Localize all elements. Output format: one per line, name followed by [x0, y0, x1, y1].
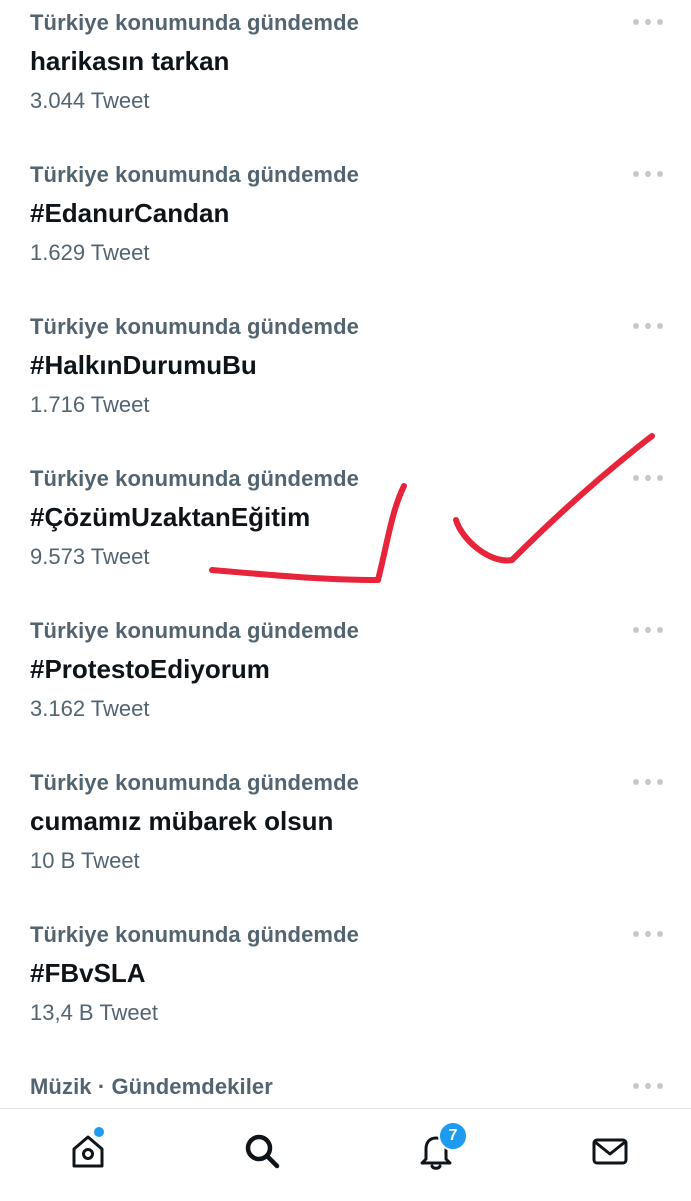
- more-options-icon[interactable]: [633, 472, 663, 484]
- trend-context: Türkiye konumunda gündemde: [30, 922, 359, 947]
- trend-item[interactable]: Türkiye konumunda gündemde #ÇözümUzaktan…: [0, 456, 691, 608]
- more-options-icon[interactable]: [633, 776, 663, 788]
- more-options-icon[interactable]: [633, 624, 663, 636]
- trend-context: Türkiye konumunda gündemde: [30, 162, 359, 187]
- more-options-icon[interactable]: [633, 168, 663, 180]
- trend-context: Türkiye konumunda gündemde: [30, 10, 359, 35]
- mail-icon: [592, 1138, 628, 1165]
- trend-count: 1.716 Tweet: [30, 392, 150, 417]
- trend-context: Müzik · Gündemdekiler: [30, 1074, 273, 1099]
- trend-item[interactable]: Türkiye konumunda gündemde #HalkınDurumu…: [0, 304, 691, 456]
- trend-title[interactable]: cumamız mübarek olsun: [30, 806, 333, 837]
- more-options-icon[interactable]: [633, 928, 663, 940]
- trend-context: Türkiye konumunda gündemde: [30, 314, 359, 339]
- more-options-icon[interactable]: [633, 1080, 663, 1092]
- more-options-icon[interactable]: [633, 16, 663, 28]
- trend-item[interactable]: Müzik · Gündemdekiler: [0, 1064, 691, 1108]
- home-unread-dot: [94, 1127, 104, 1137]
- trend-title[interactable]: #HalkınDurumuBu: [30, 350, 257, 381]
- tab-search[interactable]: [238, 1127, 286, 1175]
- search-icon: [245, 1134, 280, 1169]
- trend-title[interactable]: #FBvSLA: [30, 958, 146, 989]
- trend-count: 3.044 Tweet: [30, 88, 150, 113]
- trend-context: Türkiye konumunda gündemde: [30, 466, 359, 491]
- trend-count: 1.629 Tweet: [30, 240, 150, 265]
- trend-title[interactable]: harikasın tarkan: [30, 46, 229, 77]
- trend-item[interactable]: Türkiye konumunda gündemde harikasın tar…: [0, 0, 691, 152]
- trend-item[interactable]: Türkiye konumunda gündemde #ProtestoEdiy…: [0, 608, 691, 760]
- bottom-tab-bar: 7: [0, 1108, 691, 1201]
- trend-context: Türkiye konumunda gündemde: [30, 770, 359, 795]
- trend-context: Türkiye konumunda gündemde: [30, 618, 359, 643]
- trend-item[interactable]: Türkiye konumunda gündemde #FBvSLA 13,4 …: [0, 912, 691, 1064]
- tab-messages[interactable]: [586, 1127, 634, 1175]
- tab-home[interactable]: [64, 1127, 112, 1175]
- trend-count: 13,4 B Tweet: [30, 1000, 159, 1025]
- trend-count: 10 B Tweet: [30, 848, 140, 873]
- trend-item[interactable]: Türkiye konumunda gündemde cumamız mübar…: [0, 760, 691, 912]
- tab-notifications[interactable]: 7: [412, 1121, 468, 1175]
- trend-list: Türkiye konumunda gündemde harikasın tar…: [0, 0, 691, 1108]
- trend-title[interactable]: #ProtestoEdiyorum: [30, 654, 270, 685]
- trend-count: 3.162 Tweet: [30, 696, 150, 721]
- notification-badge: 7: [438, 1121, 468, 1151]
- more-options-icon[interactable]: [633, 320, 663, 332]
- trend-title[interactable]: #EdanurCandan: [30, 198, 229, 229]
- home-icon: [72, 1135, 104, 1168]
- trend-title[interactable]: #ÇözümUzaktanEğitim: [30, 502, 310, 533]
- trend-count: 9.573 Tweet: [30, 544, 150, 569]
- trend-item[interactable]: Türkiye konumunda gündemde #EdanurCandan…: [0, 152, 691, 304]
